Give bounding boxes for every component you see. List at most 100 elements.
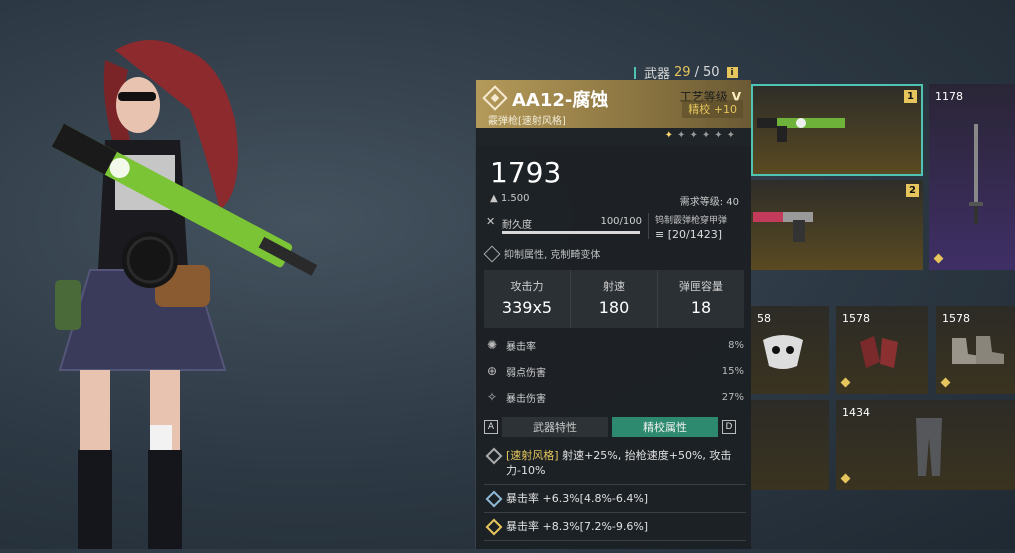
- attribute-list: [速射风格] 射速+25%, 抬枪速度+50%, 攻击力-10% 暴击率 +6.…: [484, 442, 746, 541]
- inventory-slot[interactable]: 1434: [836, 400, 1015, 490]
- inventory-slot[interactable]: 1578: [836, 306, 928, 394]
- stat-value: 339x5: [501, 298, 553, 317]
- sub-stat-label: 暴击率: [506, 341, 536, 353]
- detail-tabs: A 武器特性 精校属性 D: [484, 417, 750, 437]
- feature-text: 抑制属性, 克制畸变体: [504, 250, 601, 261]
- attribute-icon: [485, 490, 503, 508]
- ammo-count-text: [20/1423]: [667, 228, 722, 241]
- slot-power: 58: [757, 312, 771, 325]
- key-hint-right[interactable]: D: [722, 420, 736, 434]
- header-accent-bar: [634, 66, 636, 79]
- mask-icon: [763, 335, 803, 369]
- weight-icon: ▲: [490, 193, 498, 204]
- attribute-text: [速射风格] 射速+25%, 抬枪速度+50%, 攻击力-10%: [506, 448, 742, 478]
- character-model: [20, 30, 320, 549]
- attribute-desc: 暴击率 +8.3%[7.2%-9.6%]: [506, 520, 649, 533]
- durability: ✕ 耐久度 100/100: [486, 213, 642, 239]
- boots-icon: [952, 336, 1004, 364]
- weapon-count-max: 50: [702, 65, 720, 80]
- inventory-slot[interactable]: 58: [751, 306, 829, 394]
- stat-label: 弹匣容量: [679, 280, 723, 293]
- stat-magazine: 弹匣容量 18: [658, 270, 744, 328]
- star-icon: ✦: [726, 130, 739, 141]
- refine-badge: 精校 +10: [682, 100, 743, 118]
- pistol-icon: [753, 212, 813, 242]
- main-stats: 攻击力 339x5 射速 180 弹匣容量 18: [484, 270, 744, 328]
- star-icon: ✦: [677, 130, 690, 141]
- star-icon: ✦: [689, 130, 702, 141]
- key-hint-left[interactable]: A: [484, 420, 498, 434]
- stat-attack: 攻击力 339x5: [484, 270, 571, 328]
- stat-value: 18: [690, 298, 712, 317]
- tab-refine-attributes[interactable]: 精校属性: [612, 417, 718, 437]
- inventory-slot[interactable]: 1578: [936, 306, 1015, 394]
- stat-label: 攻击力: [510, 280, 544, 293]
- ammo-info[interactable]: 钨制霰弹枪穿甲弹 ≡ [20/1423]: [648, 213, 744, 241]
- sub-stat-label: 暴击伤害: [506, 393, 546, 405]
- weapon-detail-panel: AA12-腐蚀 霰弹枪[速射风格] 工艺等级 V ✦✦✦✦✦✦ 精校 +10 17…: [475, 80, 751, 549]
- weakspot-icon: ⊕: [486, 364, 498, 378]
- slot-power: 1578: [842, 312, 870, 325]
- slot-marker: [940, 377, 951, 388]
- weight-value: ▲ 1.500: [490, 193, 530, 204]
- sub-stat-crit-rate: ✺ 暴击率 8%: [484, 332, 744, 358]
- sub-stat-value: 15%: [721, 365, 744, 377]
- inventory-slot[interactable]: 2: [751, 180, 923, 270]
- durability-fill: [502, 231, 640, 234]
- crit-damage-icon: ✧: [486, 390, 498, 404]
- attribute-row: [速射风格] 射速+25%, 抬枪速度+50%, 攻击力-10%: [484, 442, 746, 485]
- attribute-icon: [485, 518, 503, 536]
- durability-bar: [502, 231, 640, 234]
- ammo-count: ≡ [20/1423]: [655, 228, 744, 241]
- slot-badge: 1: [904, 90, 917, 103]
- crossed-swords-icon: ✕: [486, 215, 496, 228]
- green-shotgun-icon: [757, 118, 845, 142]
- slot-marker: [840, 473, 851, 484]
- attribute-row: 暴击率 +8.3%[7.2%-9.6%]: [484, 513, 746, 541]
- weight-text: 1.500: [500, 193, 530, 204]
- ammo-type: 钨制霰弹枪穿甲弹: [655, 216, 728, 226]
- stat-fire-rate: 射速 180: [571, 270, 658, 328]
- slot-marker: [840, 377, 851, 388]
- inventory-slot[interactable]: 1: [751, 84, 923, 176]
- star-row: ✦✦✦✦✦✦: [476, 128, 751, 146]
- stat-label: 射速: [603, 280, 625, 293]
- pants-icon: [916, 418, 942, 476]
- sub-stat-value: 27%: [721, 391, 744, 403]
- info-icon[interactable]: i: [726, 67, 738, 78]
- rarity-icon: [482, 85, 508, 111]
- star-icon: ✦: [664, 130, 678, 141]
- attribute-row: 暴击率 +6.3%[4.8%-6.4%]: [484, 485, 746, 513]
- gloves-icon: [860, 336, 898, 368]
- slot-power: 1178: [935, 90, 963, 103]
- slot-badge: 2: [906, 184, 919, 197]
- attribute-desc: 暴击率 +6.3%[4.8%-6.4%]: [506, 492, 649, 505]
- star-icon: ✦: [701, 130, 715, 141]
- sub-stat-weakspot: ⊕ 弱点伤害 15%: [484, 358, 744, 384]
- weapon-count-current: 29: [674, 65, 691, 80]
- feature-icon: [483, 245, 501, 262]
- slot-marker: [933, 253, 944, 264]
- stat-value: 180: [598, 298, 630, 317]
- sword-icon: [969, 124, 983, 224]
- durability-label: 耐久度: [502, 220, 532, 231]
- attribute-icon: [485, 447, 503, 465]
- tab-weapon-traits[interactable]: 武器特性: [502, 417, 608, 437]
- sub-stat-label: 弱点伤害: [506, 367, 546, 379]
- durability-value: 100/100: [600, 216, 642, 227]
- power-score: 1793: [490, 156, 562, 189]
- crit-rate-icon: ✺: [486, 338, 498, 352]
- slot-power: 1578: [942, 312, 970, 325]
- weapon-count-separator: /: [694, 65, 699, 80]
- weapon-feature: 抑制属性, 克制畸变体: [483, 245, 601, 262]
- ammo-icon: ≡: [655, 228, 665, 241]
- sub-stat-crit-damage: ✧ 暴击伤害 27%: [484, 384, 744, 410]
- star-icon: ✦: [714, 130, 727, 141]
- weapon-type: 霰弹枪[速射风格]: [488, 116, 566, 127]
- weapon-name: AA12-腐蚀: [512, 90, 609, 111]
- inventory-slot-partial[interactable]: [751, 400, 829, 490]
- inventory-slot[interactable]: 1178: [929, 84, 1015, 270]
- attribute-tag: [速射风格]: [506, 449, 559, 462]
- required-level: 需求等级: 40: [679, 197, 739, 208]
- star-rating: ✦✦✦✦✦✦: [665, 130, 739, 141]
